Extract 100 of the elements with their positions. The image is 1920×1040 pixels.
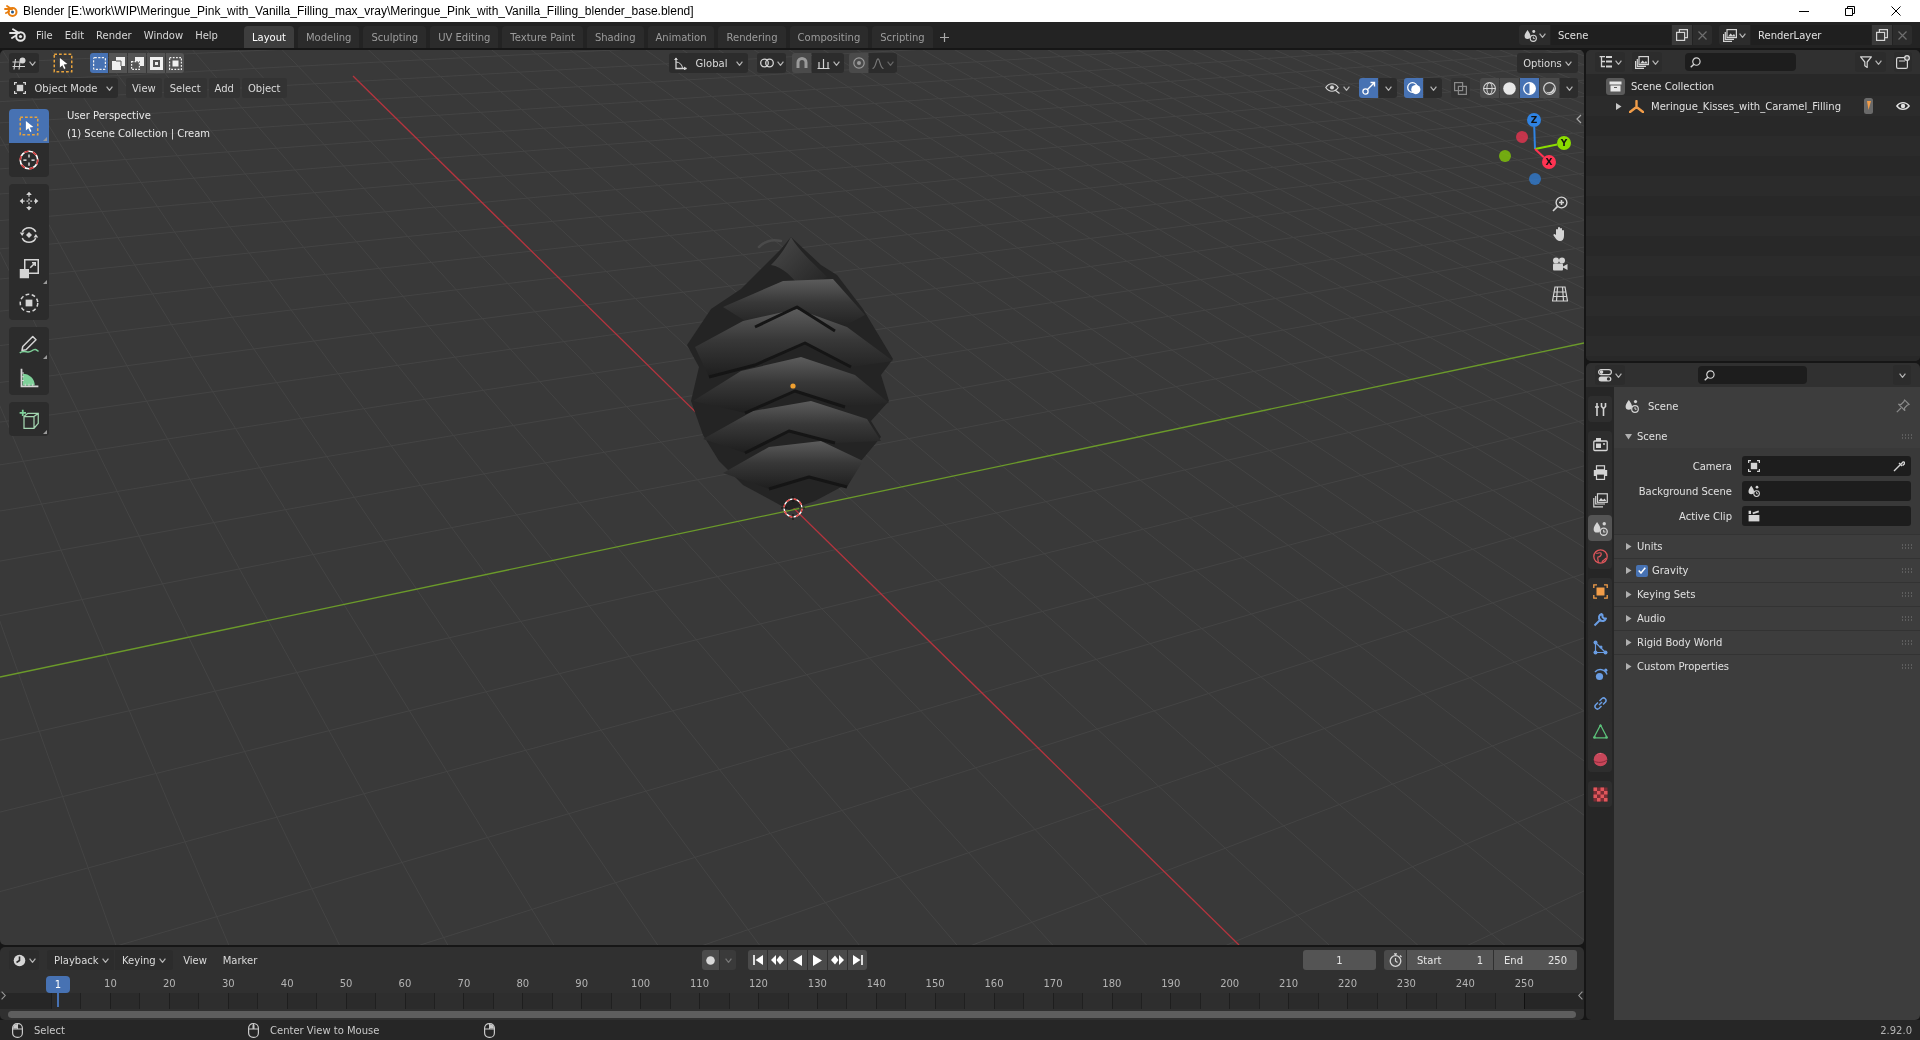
end-frame-field[interactable]: End 250 bbox=[1494, 950, 1577, 970]
axis-handle[interactable]: Y bbox=[1557, 136, 1571, 150]
panel-header[interactable]: Keying Sets bbox=[1614, 583, 1920, 606]
scene-browse-button[interactable] bbox=[1519, 25, 1550, 45]
axis-handle[interactable]: X bbox=[1542, 155, 1556, 169]
menu-item[interactable]: Render bbox=[90, 25, 138, 45]
previous-keyframe-button[interactable] bbox=[768, 950, 787, 970]
selection-mode-button[interactable] bbox=[166, 53, 184, 73]
selection-mode-button[interactable] bbox=[147, 53, 165, 73]
panel-header[interactable]: Units bbox=[1614, 535, 1920, 558]
menu-item[interactable]: File bbox=[30, 25, 59, 45]
panel-header[interactable]: Rigid Body World bbox=[1614, 631, 1920, 654]
jump-to-end-button[interactable] bbox=[848, 950, 867, 970]
panel-header[interactable]: Audio bbox=[1614, 607, 1920, 630]
menu-item[interactable]: Select bbox=[163, 78, 207, 98]
falloff-dropdown[interactable] bbox=[869, 53, 897, 73]
play-reverse-button[interactable] bbox=[788, 950, 807, 970]
search-field[interactable] bbox=[1698, 366, 1807, 384]
chevron-left-icon[interactable] bbox=[1578, 991, 1583, 1000]
workspace-tab[interactable]: Compositing bbox=[789, 26, 869, 48]
menu-item[interactable]: Help bbox=[189, 25, 224, 45]
tool-button[interactable] bbox=[9, 184, 49, 218]
search-field[interactable] bbox=[1685, 53, 1796, 71]
shading-mode-button[interactable] bbox=[1540, 78, 1559, 98]
proportional-editing-toggle[interactable] bbox=[849, 53, 868, 73]
current-frame-field[interactable]: 1 bbox=[1303, 950, 1376, 970]
chevron-right-icon[interactable] bbox=[1, 991, 6, 1000]
view-layer-browse-button[interactable] bbox=[1719, 25, 1750, 45]
filter-layer-dropdown[interactable] bbox=[1632, 52, 1662, 72]
menu-item[interactable]: Window bbox=[137, 25, 190, 45]
menu-item[interactable]: Add bbox=[208, 78, 240, 98]
workspace-tab[interactable]: UV Editing bbox=[430, 26, 499, 48]
view-layer-name-field[interactable]: RenderLayer bbox=[1751, 25, 1871, 45]
viewport[interactable]: Global Options Object Mode View Select Add Object User Perspective (1) Scene Collection | Cream Z Y X bbox=[0, 50, 1584, 945]
property-field[interactable] bbox=[1742, 506, 1911, 526]
workspace-tab[interactable]: Rendering bbox=[718, 26, 786, 48]
tool-button[interactable] bbox=[9, 286, 49, 320]
duplicate-button[interactable] bbox=[1672, 25, 1692, 45]
outliner-item[interactable]: Meringue_Kisses_with_Caramel_Filling bbox=[1651, 98, 1842, 114]
tool-button[interactable] bbox=[9, 402, 49, 436]
tool-button[interactable] bbox=[9, 327, 49, 361]
timeline-scrollbar[interactable] bbox=[8, 1010, 1576, 1018]
shading-mode-button[interactable] bbox=[1500, 78, 1519, 98]
jump-to-start-button[interactable] bbox=[748, 950, 767, 970]
toggle-options-dropdown[interactable] bbox=[1424, 78, 1442, 98]
auto-keying-toggle[interactable] bbox=[702, 950, 719, 970]
toggle-options-dropdown[interactable] bbox=[1379, 78, 1397, 98]
selection-mode-button[interactable] bbox=[128, 53, 146, 73]
mode-dropdown[interactable]: Object Mode bbox=[9, 78, 118, 98]
property-field[interactable] bbox=[1742, 481, 1911, 501]
overlays-toggle[interactable] bbox=[1404, 78, 1423, 98]
tool-button[interactable] bbox=[9, 143, 49, 177]
pivot-dropdown[interactable] bbox=[757, 53, 786, 73]
pin-button[interactable] bbox=[1895, 398, 1911, 414]
preview-range-toggle[interactable] bbox=[1384, 950, 1406, 970]
workspace-tab[interactable]: Scripting bbox=[872, 26, 933, 48]
filter-dropdown[interactable] bbox=[1855, 52, 1886, 72]
menu-item[interactable]: Playback bbox=[47, 950, 114, 970]
start-frame-field[interactable]: Start 1 bbox=[1407, 950, 1493, 970]
chevron-left-icon[interactable] bbox=[1576, 114, 1582, 124]
checkbox[interactable] bbox=[1636, 564, 1648, 577]
menu-item[interactable]: Object bbox=[241, 78, 287, 98]
display-mode-dropdown[interactable] bbox=[1595, 52, 1625, 72]
outliner-item[interactable]: Scene Collection bbox=[1631, 78, 1715, 94]
menu-item[interactable]: View bbox=[179, 950, 211, 970]
tool-button[interactable] bbox=[9, 109, 49, 143]
gizmos-toggle[interactable] bbox=[1359, 78, 1378, 98]
options-dropdown[interactable]: Options bbox=[1517, 53, 1578, 73]
property-field[interactable] bbox=[1742, 456, 1911, 476]
orientation-dropdown[interactable]: Global bbox=[669, 53, 748, 73]
selection-mode-button[interactable] bbox=[109, 53, 127, 73]
shading-options-dropdown[interactable] bbox=[1560, 78, 1578, 98]
panel-header[interactable]: Scene bbox=[1614, 425, 1920, 448]
tool-button[interactable] bbox=[9, 361, 49, 395]
workspace-tab[interactable]: Layout bbox=[243, 26, 294, 48]
snap-toggle[interactable] bbox=[792, 53, 811, 73]
shading-mode-button[interactable] bbox=[1520, 78, 1539, 98]
shading-mode-button[interactable] bbox=[1480, 78, 1499, 98]
menu-item[interactable]: Keying bbox=[115, 950, 173, 970]
xray-toggle[interactable] bbox=[1451, 78, 1470, 98]
menu-item[interactable]: Marker bbox=[218, 950, 262, 970]
menu-item[interactable]: View bbox=[126, 78, 162, 98]
snap-target-dropdown[interactable] bbox=[812, 53, 844, 73]
panel-header[interactable]: Custom Properties bbox=[1614, 655, 1920, 678]
selection-mode-button[interactable] bbox=[90, 53, 108, 73]
play-button[interactable] bbox=[808, 950, 827, 970]
options-dropdown[interactable] bbox=[1893, 365, 1911, 385]
scene-name-field[interactable]: Scene bbox=[1551, 25, 1671, 45]
workspace-tab[interactable]: Sculpting bbox=[363, 26, 427, 48]
editor-type-button[interactable] bbox=[9, 950, 39, 970]
next-keyframe-button[interactable] bbox=[828, 950, 847, 970]
workspace-tab[interactable]: Shading bbox=[586, 26, 644, 48]
workspace-tab[interactable]: Modeling bbox=[297, 26, 360, 48]
workspace-tab[interactable]: Animation bbox=[647, 26, 715, 48]
axis-handle[interactable]: Z bbox=[1527, 113, 1541, 127]
properties-tab[interactable] bbox=[1588, 515, 1612, 541]
editor-type-button[interactable] bbox=[9, 53, 39, 73]
timeline-track[interactable] bbox=[0, 993, 1584, 1009]
duplicate-button[interactable] bbox=[1872, 25, 1892, 45]
workspace-tab[interactable]: Texture Paint bbox=[502, 26, 583, 48]
